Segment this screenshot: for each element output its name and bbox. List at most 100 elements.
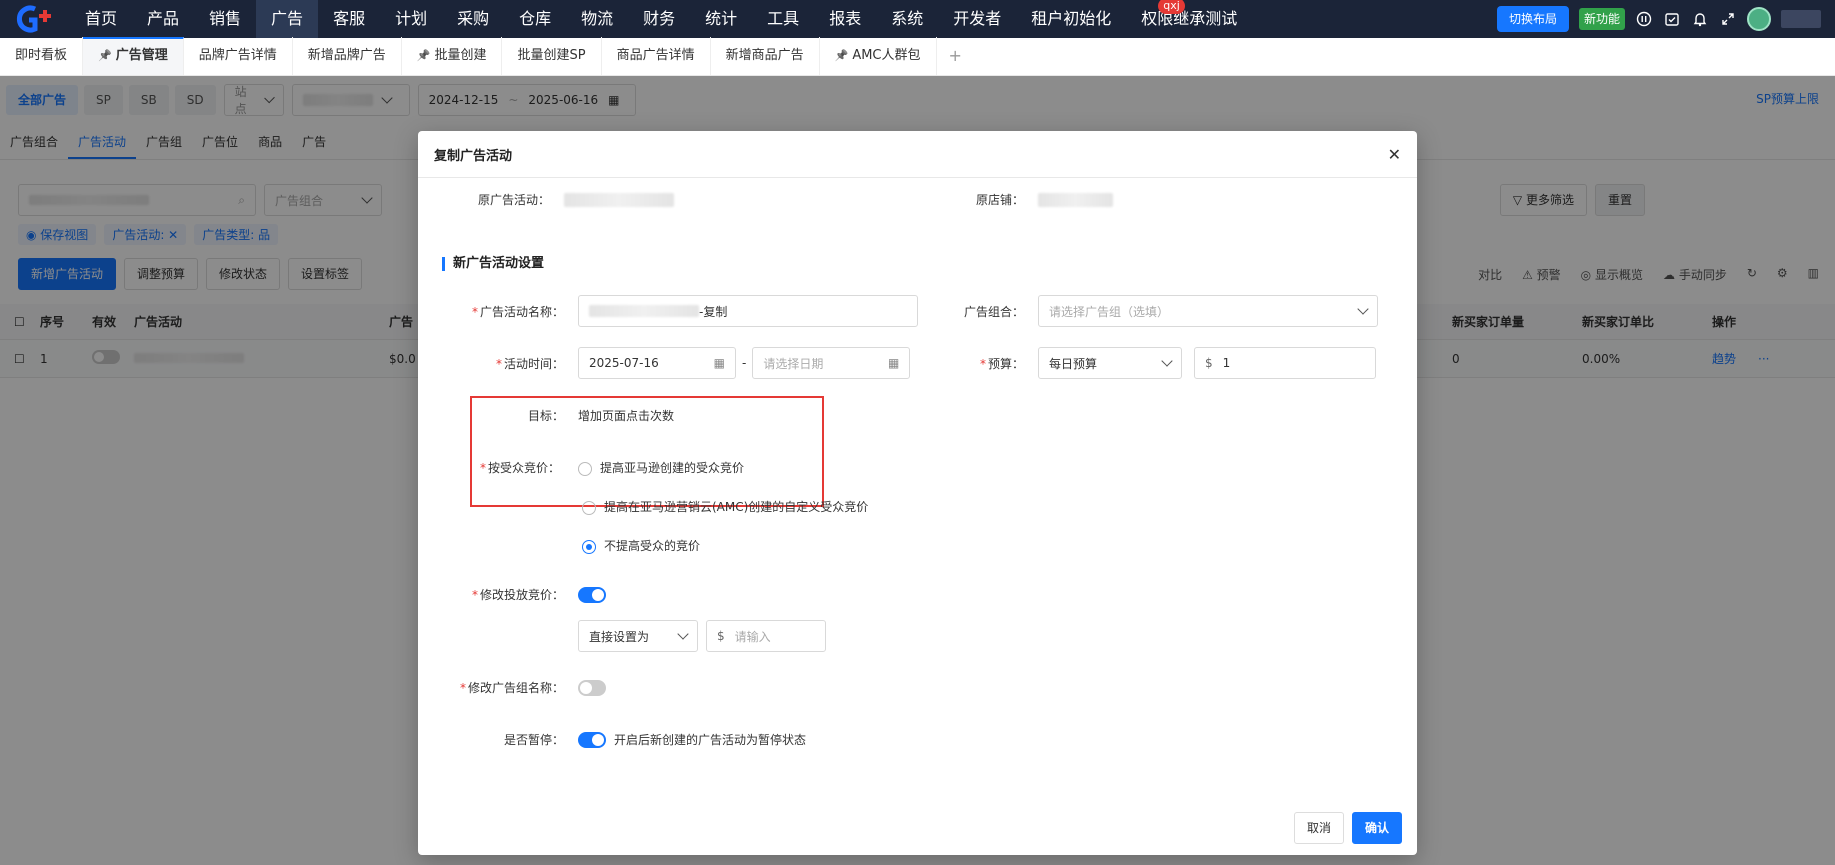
fullscreen-icon[interactable]: [1719, 10, 1737, 28]
tab-label: 即时看板: [15, 48, 68, 63]
nav-item[interactable]: 系统: [876, 0, 938, 38]
tab-label: 批量创建: [434, 48, 487, 63]
budget-type-select[interactable]: 每日预算: [1038, 347, 1182, 379]
page-tab[interactable]: 批量创建SP: [502, 37, 602, 75]
modify-bid-label: * 修改投放竞价：: [471, 588, 564, 602]
nav-item[interactable]: 开发者: [938, 0, 1016, 38]
orig-store-row: 原店铺：: [918, 191, 1113, 208]
bid-setting-row: 直接设置为 $ 请输入: [578, 620, 826, 652]
tab-label: 新增商品广告: [725, 48, 804, 63]
nav-item[interactable]: 报表: [814, 0, 876, 38]
nav-item-label: 报表: [829, 9, 862, 28]
confirm-button[interactable]: 确认: [1352, 812, 1403, 844]
page-tab[interactable]: 📌 批量创建: [402, 37, 503, 75]
page-tab[interactable]: 商品广告详情: [602, 37, 711, 75]
pin-icon[interactable]: 📌: [417, 49, 431, 62]
pause-row: 是否暂停： 开启后新创建的广告活动为暂停状态: [418, 731, 806, 748]
audience-bid-row: * 按受众竞价： 提高亚马逊创建的受众竞价: [418, 459, 744, 476]
tab-label: 商品广告详情: [616, 48, 695, 63]
nav-item[interactable]: 客服: [318, 0, 380, 38]
dialog-header: 复制广告活动 ✕: [418, 131, 1417, 178]
orig-campaign-row: 原广告活动：: [418, 191, 674, 208]
campaign-name-input[interactable]: -复制: [578, 295, 918, 327]
nav-item[interactable]: 仓库: [504, 0, 566, 38]
bid-mode-select[interactable]: 直接设置为: [578, 620, 698, 652]
pin-icon[interactable]: 📌: [835, 49, 849, 62]
page-tab[interactable]: 新增商品广告: [711, 37, 820, 75]
calendar-icon: ▦: [713, 356, 725, 370]
nav-item[interactable]: 计划: [380, 0, 442, 38]
nav-item[interactable]: 首页: [70, 0, 132, 38]
nav-item[interactable]: 产品: [132, 0, 194, 38]
page-tabbar: 即时看板 📌 广告管理 品牌广告详情 新增品牌广告 📌 批量创建 批量创建SP 商品广告详情 新增…: [0, 37, 1835, 76]
pause-description: 开启后新创建的广告活动为暂停状态: [614, 733, 807, 747]
budget-amount-input[interactable]: $1: [1194, 347, 1376, 379]
nav-item[interactable]: 采购: [442, 0, 504, 38]
start-date-picker[interactable]: 2025-07-16 ▦: [578, 347, 736, 379]
page-tab[interactable]: 📌 广告管理: [83, 37, 184, 75]
audience-option-amc-row: 提高在亚马逊营销云(AMC)创建的自定义受众竞价: [582, 498, 868, 515]
modify-bid-switch[interactable]: [578, 586, 606, 603]
nav-item[interactable]: 租户初始化: [1016, 0, 1126, 38]
nav-item[interactable]: 工具: [752, 0, 814, 38]
top-navbar: 首页 产品 销售 广告 客服 计划 采购 仓库 物流 财务 统计 工具 报表 系统 开发者 租户初始化 权限继承…: [0, 0, 1835, 38]
portfolio-select[interactable]: 请选择广告组（选填）: [1038, 295, 1378, 327]
radio-amazon-audience[interactable]: [578, 461, 592, 476]
nav-item-label: 权限继承测试: [1141, 9, 1238, 28]
modify-group-name-switch[interactable]: [578, 679, 606, 696]
user-name-blurred[interactable]: [1781, 10, 1821, 28]
user-avatar[interactable]: [1747, 7, 1771, 31]
page-tab[interactable]: 品牌广告详情: [184, 37, 293, 75]
nav-item-label: 统计: [705, 9, 738, 28]
audience-option-none[interactable]: 不提高受众的竞价: [582, 537, 700, 554]
app-logo[interactable]: [0, 0, 70, 38]
campaign-time-row: * 活动时间： 2025-07-16 ▦ - 请选择日期 ▦: [418, 347, 911, 379]
add-tab-button[interactable]: +: [937, 37, 974, 75]
pause-switch[interactable]: [578, 731, 606, 748]
nav-item-label: 采购: [457, 9, 490, 28]
nav-item-label: 销售: [209, 9, 242, 28]
audience-option-amazon[interactable]: 提高亚马逊创建的受众竞价: [578, 459, 744, 476]
cancel-button[interactable]: 取消: [1294, 812, 1345, 844]
copy-campaign-dialog: 复制广告活动 ✕ 原广告活动： 原店铺： 新广告活动设置 * 广告活动名称： -复…: [418, 131, 1417, 855]
modify-group-name-label: * 修改广告组名称：: [459, 681, 564, 695]
nav-item[interactable]: 物流: [566, 0, 628, 38]
new-feature-button[interactable]: 新功能: [1578, 8, 1625, 30]
page-tab[interactable]: 新增品牌广告: [293, 37, 402, 75]
page-tab[interactable]: 📌 AMC人群包: [820, 37, 937, 75]
nav-item[interactable]: 销售: [194, 0, 256, 38]
nav-item[interactable]: 权限继承测试 qxj: [1126, 0, 1252, 38]
nav-item-label: 工具: [767, 9, 800, 28]
modify-bid-row: * 修改投放竞价：: [418, 586, 606, 603]
orig-campaign-value: [564, 192, 674, 207]
date-range-separator: -: [742, 356, 747, 370]
orig-store-value: [1038, 192, 1113, 207]
close-icon[interactable]: ✕: [1388, 145, 1401, 164]
audience-bid-label: * 按受众竞价：: [479, 461, 560, 475]
nav-item[interactable]: 统计: [690, 0, 752, 38]
nav-item[interactable]: 财务: [628, 0, 690, 38]
calendar-icon: ▦: [888, 356, 900, 370]
bid-amount-input[interactable]: $ 请输入: [706, 620, 826, 652]
audience-option-amc[interactable]: 提高在亚马逊营销云(AMC)创建的自定义受众竞价: [582, 498, 868, 515]
nav-item-label: 财务: [643, 9, 676, 28]
pause-label: 是否暂停：: [503, 733, 564, 747]
portfolio-row: 广告组合： 请选择广告组（选填）: [918, 295, 1378, 327]
switch-layout-button[interactable]: 切换布局: [1496, 6, 1569, 32]
bell-icon[interactable]: [1691, 10, 1709, 28]
info-icon[interactable]: [1635, 10, 1653, 28]
chevron-down-icon: [1357, 303, 1369, 315]
task-check-icon[interactable]: [1663, 10, 1681, 28]
page-tab[interactable]: 即时看板: [0, 37, 84, 75]
end-date-picker[interactable]: 请选择日期 ▦: [752, 347, 911, 379]
orig-campaign-label: 原广告活动：: [477, 193, 550, 207]
modify-group-name-row: * 修改广告组名称：: [418, 679, 606, 696]
nav-item-label: 仓库: [519, 9, 552, 28]
chevron-down-icon: [1161, 355, 1173, 367]
nav-item[interactable]: 广告: [256, 0, 319, 38]
radio-no-audience-bid[interactable]: [582, 539, 596, 554]
pin-icon[interactable]: 📌: [98, 49, 112, 62]
tab-label: 批量创建SP: [517, 48, 586, 63]
logo-icon: [16, 5, 51, 33]
radio-amc-audience[interactable]: [582, 500, 596, 515]
